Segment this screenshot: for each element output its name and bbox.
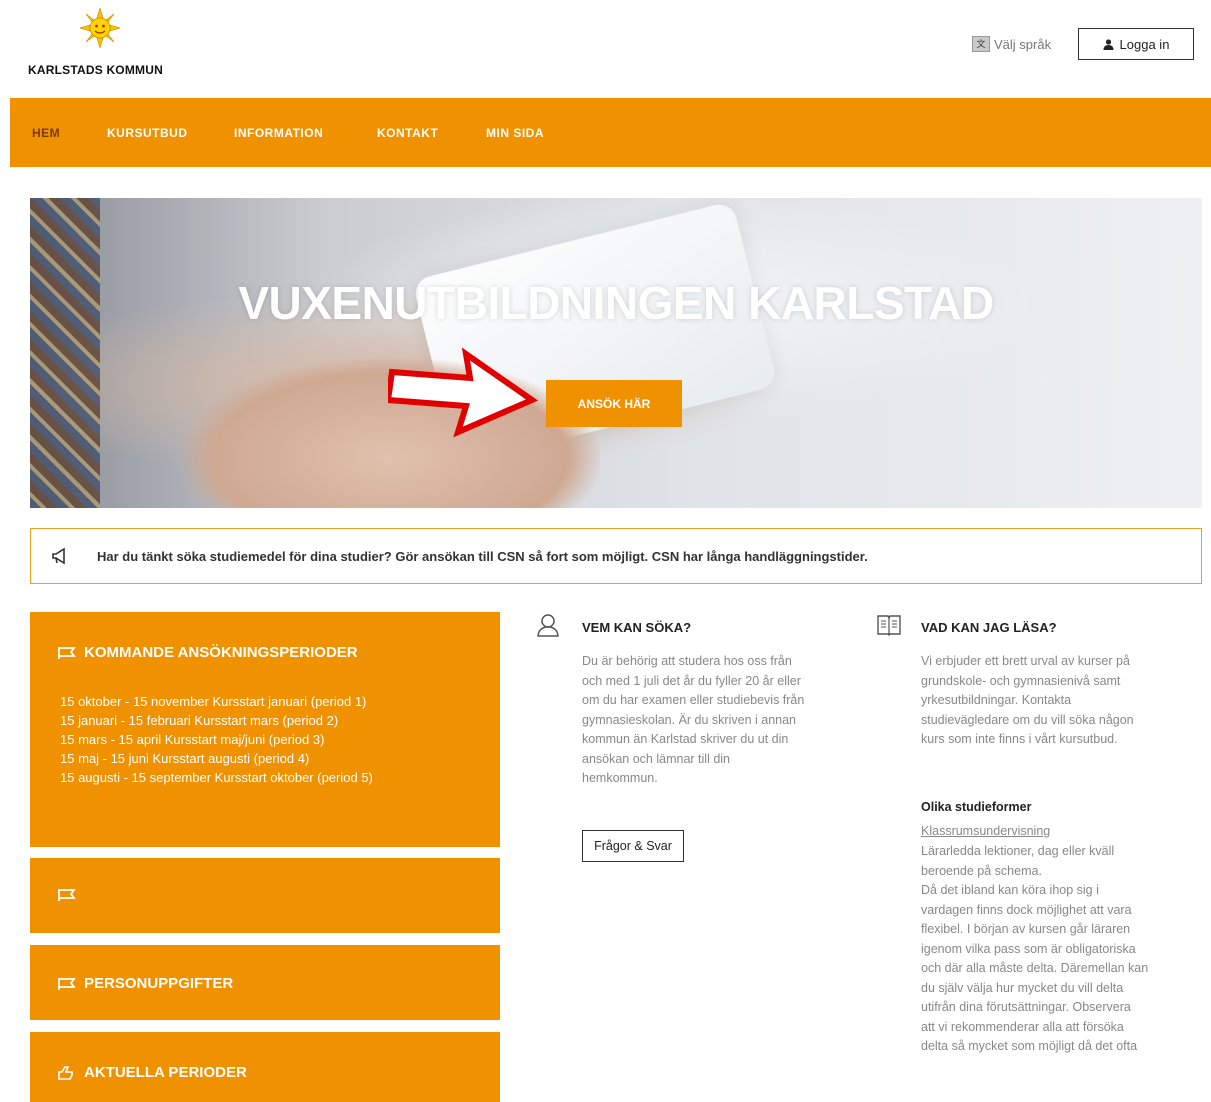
karlstad-logo[interactable]: KARLSTADS KOMMUN xyxy=(28,8,188,78)
who-line: ansökan och lämnar till din xyxy=(582,751,730,766)
nav-item-min-sida[interactable]: MIN SIDA xyxy=(486,98,544,169)
study-line: igenom vilka pass som är obligatoriska xyxy=(921,941,1136,956)
period-item: 15 maj - 15 juni Kursstart augusti (peri… xyxy=(60,751,310,766)
personal-info-box[interactable]: PERSONUPPGIFTER xyxy=(30,945,500,1020)
what-line: studievägledare om du vill söka någon xyxy=(921,712,1134,727)
flag-icon xyxy=(58,977,76,990)
periods-list: 15 oktober - 15 november Kursstart janua… xyxy=(60,692,373,787)
study-line: delta så mycket som möjligt då det ofta xyxy=(921,1039,1138,1053)
period-item: 15 oktober - 15 november Kursstart janua… xyxy=(60,694,367,709)
personal-title-row: PERSONUPPGIFTER xyxy=(58,975,233,992)
nav-item-information[interactable]: INFORMATION xyxy=(234,98,323,169)
study-line: utifrån dina förutsättningar. Observera xyxy=(921,1000,1131,1014)
nav-item-hem[interactable]: HEM xyxy=(32,98,60,169)
empty-box-title-row xyxy=(58,888,84,902)
what-line: yrkesutbildningar. Kontakta xyxy=(921,693,1072,707)
language-selector[interactable]: 文 Välj språk xyxy=(972,36,1051,52)
study-line: du själv välja hur mycket du vill delta xyxy=(921,980,1124,995)
what-line: grundskole- och gymnasienivå samt xyxy=(921,673,1121,688)
faq-button[interactable]: Frågor & Svar xyxy=(582,830,684,862)
who-line: och med 1 juli det år du fyller 20 år el… xyxy=(582,673,801,688)
what-line: kurs som inte finns i vårt kursutbud. xyxy=(921,732,1118,746)
annotation-arrow-icon xyxy=(388,347,538,438)
current-periods-box[interactable]: AKTUELLA PERIODER xyxy=(30,1032,500,1102)
study-forms-text: Lärarledda lektioner, dag eller kväll be… xyxy=(921,842,1211,1057)
current-title: AKTUELLA PERIODER xyxy=(84,1064,247,1081)
empty-info-box[interactable] xyxy=(30,858,500,933)
periods-title: KOMMANDE ANSÖKNINGSPERIODER xyxy=(84,644,358,661)
application-periods-box: KOMMANDE ANSÖKNINGSPERIODER 15 oktober -… xyxy=(30,612,500,847)
nav-item-kursutbud[interactable]: KURSUTBUD xyxy=(107,98,188,169)
study-line: och där alla måste delta. Däremellan kan xyxy=(921,961,1149,975)
what-can-i-study-title: VAD KAN JAG LÄSA? xyxy=(921,620,1057,635)
study-forms-subtitle: Olika studieformer xyxy=(921,800,1032,814)
translate-icon: 文 xyxy=(972,36,990,52)
study-line: Då det ibland kan köra ihop sig i xyxy=(921,883,1099,897)
who-line: kommun än Karlstad skriver du ut din xyxy=(582,732,789,746)
current-title-row: AKTUELLA PERIODER xyxy=(58,1064,247,1081)
flag-icon xyxy=(58,646,76,659)
what-line: Vi erbjuder ett brett urval av kurser på xyxy=(921,654,1130,668)
who-can-apply-title: VEM KAN SÖKA? xyxy=(582,620,692,635)
classroom-teaching-link[interactable]: Klassrumsundervisning xyxy=(921,822,1050,842)
periods-title-row: KOMMANDE ANSÖKNINGSPERIODER xyxy=(58,644,358,661)
flag-icon xyxy=(58,889,76,901)
what-can-i-study-text: Vi erbjuder ett brett urval av kurser på… xyxy=(921,652,1206,750)
nav-item-kontakt[interactable]: KONTAKT xyxy=(377,98,438,169)
main-navigation: HEM KURSUTBUD INFORMATION KONTAKT MIN SI… xyxy=(10,98,1211,167)
login-label: Logga in xyxy=(1119,36,1170,52)
language-label: Välj språk xyxy=(994,36,1052,52)
logo-text: KARLSTADS KOMMUN xyxy=(28,63,163,77)
user-icon xyxy=(1103,38,1114,50)
notice-text: Har du tänkt söka studiemedel för dina s… xyxy=(97,549,868,564)
study-line: flexibel. I början av kursen går läraren xyxy=(921,922,1131,936)
period-item: 15 januari - 15 februari Kursstart mars … xyxy=(60,713,339,728)
login-button[interactable]: Logga in xyxy=(1078,28,1194,60)
sun-logo-icon xyxy=(80,8,120,48)
study-line: att vi rekommenderar alla att försöka xyxy=(921,1019,1124,1034)
period-item: 15 mars - 15 april Kursstart maj/juni (p… xyxy=(60,732,325,747)
period-item: 15 augusti - 15 september Kursstart okto… xyxy=(60,770,373,785)
who-can-apply-text: Du är behörig att studera hos oss från o… xyxy=(582,652,872,789)
who-line: Du är behörig att studera hos oss från xyxy=(582,654,792,668)
who-line: gymnasieskolan. Är du skriven i annan xyxy=(582,712,797,727)
study-line: Lärarledda lektioner, dag eller kväll xyxy=(921,844,1115,858)
study-line: vardagen finns dock möjlighet att vara xyxy=(921,902,1132,917)
open-book-icon xyxy=(877,615,901,636)
person-icon xyxy=(537,614,559,637)
hero-title: VUXENUTBILDNINGEN KARLSTAD xyxy=(238,277,994,329)
megaphone-icon xyxy=(52,547,65,565)
study-line: beroende på schema. xyxy=(921,863,1042,878)
csn-notice: Har du tänkt söka studiemedel för dina s… xyxy=(30,528,1202,584)
hand-pointer-icon xyxy=(58,1065,73,1080)
personal-title: PERSONUPPGIFTER xyxy=(84,975,234,992)
apply-button[interactable]: ANSÖK HÄR xyxy=(546,380,682,427)
hero-image-shirt xyxy=(30,198,100,508)
who-line: hemkommun. xyxy=(582,771,658,785)
who-line: om du har examen eller studiebevis från xyxy=(582,693,805,707)
hero-banner: VUXENUTBILDNINGEN KARLSTAD ANSÖK HÄR xyxy=(30,198,1202,508)
